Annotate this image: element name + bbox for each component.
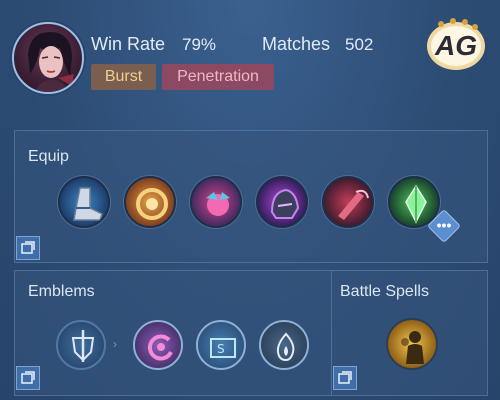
equip-item-pink-orb[interactable] <box>190 176 242 228</box>
equip-item-golden-ring[interactable] <box>124 176 176 228</box>
battle-spells-title: Battle Spells <box>340 283 429 300</box>
emblem-main[interactable] <box>56 320 106 370</box>
win-rate-label: Win Rate <box>91 34 166 54</box>
win-rate-value: 79% <box>182 35 217 54</box>
emblems-copy-button[interactable] <box>16 366 40 390</box>
emblem-talent-1[interactable] <box>133 320 183 370</box>
brand-logo-text: AG <box>435 30 477 61</box>
copy-icon <box>21 241 35 254</box>
battle-spell-item[interactable] <box>386 318 438 370</box>
emblem-talent-3[interactable] <box>259 320 309 370</box>
equip-copy-button[interactable] <box>16 236 40 260</box>
equip-title: Equip <box>28 148 69 165</box>
hero-avatar[interactable] <box>12 22 84 94</box>
emblems-title: Emblems <box>28 283 95 300</box>
equip-item-crimson-scythe[interactable] <box>322 176 374 228</box>
brand-logo: AG <box>425 16 487 72</box>
equip-item-purple-helmet[interactable] <box>256 176 308 228</box>
tag-burst: Burst <box>91 64 156 90</box>
equip-item-boots[interactable] <box>58 176 110 228</box>
copy-icon <box>338 371 352 384</box>
copy-icon <box>21 371 35 384</box>
emblem-talent-2[interactable]: S <box>196 320 246 370</box>
matches-label: Matches <box>262 34 331 54</box>
svg-text:S: S <box>217 342 225 356</box>
chevron-right-icon: › <box>113 337 117 351</box>
more-icon: ••• <box>436 217 452 233</box>
tag-penetration: Penetration <box>162 64 274 90</box>
matches-value: 502 <box>345 35 374 54</box>
spells-copy-button[interactable] <box>333 366 357 390</box>
